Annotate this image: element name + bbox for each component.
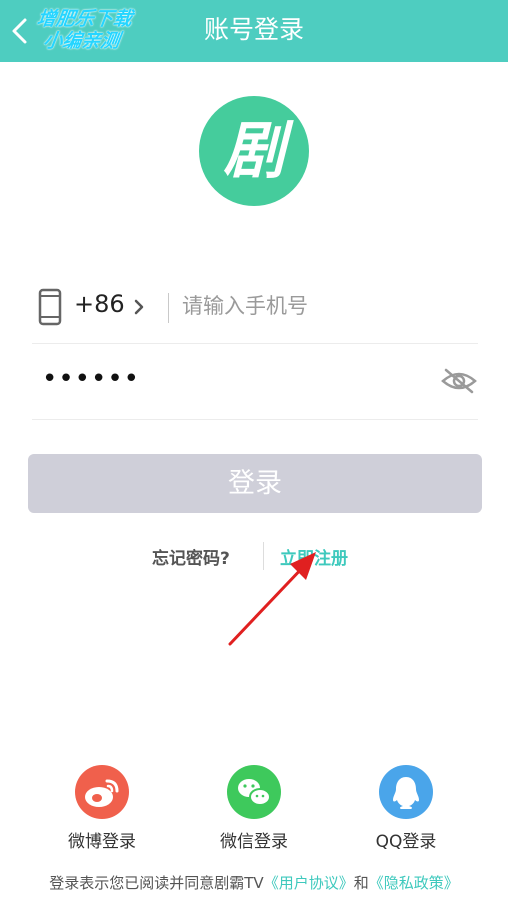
weibo-icon xyxy=(85,779,119,807)
wechat-login[interactable]: 微信登录 xyxy=(199,765,309,855)
weibo-login[interactable]: 微博登录 xyxy=(47,765,157,855)
wechat-icon xyxy=(238,779,271,806)
agreement-conjunction: 和 xyxy=(353,874,369,892)
watermark-line-2: 小编亲测 xyxy=(41,30,122,52)
password-input-row: •••••• xyxy=(32,344,478,420)
agreement-prefix: 登录表示您已阅读并同意剧霸TV xyxy=(49,874,264,892)
logo-character: 剧 xyxy=(222,114,285,187)
forgot-password-link[interactable]: 忘记密码? xyxy=(152,544,230,569)
watermark-line-1: 增肥乐下载 xyxy=(35,8,134,30)
phone-number-input[interactable] xyxy=(182,288,472,324)
header-bar: 账号登录 增肥乐下载 小编亲测 xyxy=(0,0,508,62)
qq-login-label: QQ登录 xyxy=(375,832,437,852)
chevron-right-icon[interactable] xyxy=(132,298,146,316)
mobile-phone-icon xyxy=(38,288,62,326)
annotation-arrow-icon xyxy=(228,552,316,646)
eye-closed-icon[interactable] xyxy=(440,366,478,396)
user-agreement-link[interactable]: 《用户协议》 xyxy=(264,874,354,892)
watermark: 增肥乐下载 小编亲测 xyxy=(15,8,151,52)
qq-button[interactable] xyxy=(379,765,433,819)
login-button[interactable]: 登录 xyxy=(28,454,482,513)
field-divider xyxy=(168,293,169,323)
qq-icon xyxy=(393,777,419,809)
wechat-login-label: 微信登录 xyxy=(220,832,288,852)
weibo-button[interactable] xyxy=(75,765,129,819)
phone-input-row: +86 xyxy=(32,276,478,344)
agreement-text: 登录表示您已阅读并同意剧霸TV《用户协议》和《隐私政策》 xyxy=(0,872,508,893)
qq-login[interactable]: QQ登录 xyxy=(351,765,461,855)
privacy-policy-link[interactable]: 《隐私政策》 xyxy=(369,874,459,892)
app-logo: 剧 xyxy=(199,96,309,206)
weibo-login-label: 微博登录 xyxy=(68,832,136,852)
wechat-button[interactable] xyxy=(227,765,281,819)
password-field[interactable]: •••••• xyxy=(42,366,140,392)
country-code[interactable]: +86 xyxy=(74,290,125,318)
